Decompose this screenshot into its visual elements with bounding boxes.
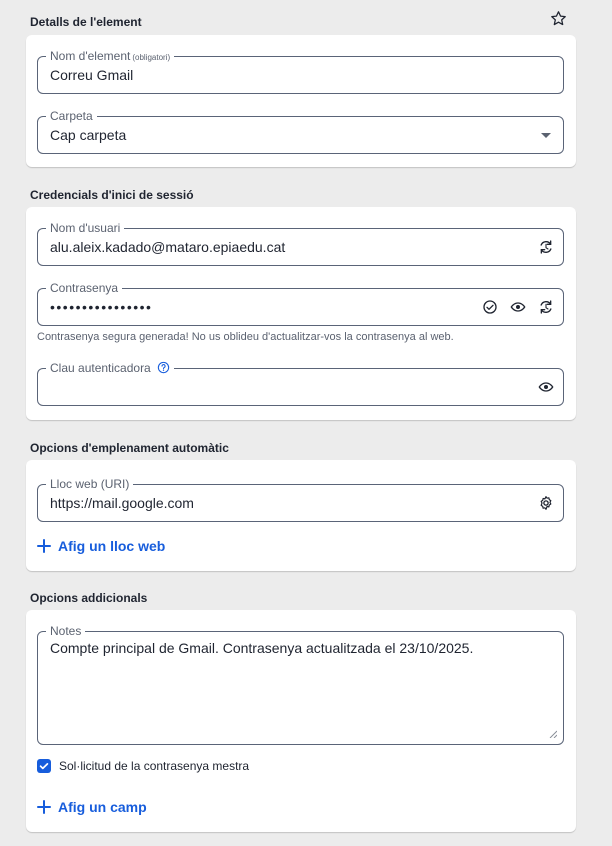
item-name-value: Correu Gmail (50, 67, 134, 83)
section-title-credentials: Credencials d'inici de sessió (30, 188, 194, 202)
notes-value: Compte principal de Gmail. Contrasenya a… (50, 640, 474, 656)
help-icon[interactable] (157, 361, 170, 378)
show-key-eye-icon[interactable] (537, 378, 555, 396)
add-website-label: Afig un lloc web (58, 538, 166, 554)
website-uri-value: https://mail.google.com (50, 495, 194, 511)
show-password-eye-icon[interactable] (509, 298, 527, 316)
section-title-item-details: Detalls de l'element (30, 15, 142, 29)
website-uri-field[interactable]: Lloc web (URI) https://mail.google.com (37, 476, 564, 522)
credentials-card: Nom d'usuari alu.aleix.kadado@mataro.epi… (26, 207, 576, 420)
section-title-additional: Opcions addicionals (30, 591, 148, 605)
username-label: Nom d'usuari (46, 220, 125, 236)
notes-label: Notes (46, 623, 86, 639)
authenticator-key-field[interactable]: Clau autenticadora (37, 360, 564, 406)
folder-label: Carpeta (46, 108, 97, 124)
add-website-button[interactable]: Afig un lloc web (36, 538, 165, 554)
plus-icon (37, 539, 51, 553)
checkbox-check-icon (39, 763, 49, 770)
plus-icon (37, 800, 51, 814)
website-uri-label: Lloc web (URI) (46, 476, 134, 492)
uri-settings-gear-icon[interactable] (537, 494, 555, 512)
add-field-button[interactable]: Afig un camp (36, 799, 147, 815)
master-password-checkbox[interactable] (37, 759, 51, 773)
dropdown-arrow-icon[interactable] (537, 126, 555, 144)
folder-value: Cap carpeta (50, 127, 127, 143)
check-password-icon[interactable] (481, 298, 499, 316)
authenticator-key-label-text: Clau autenticadora (50, 361, 151, 375)
item-details-card: Nom d'element (obligatori) Correu Gmail C… (26, 35, 576, 167)
authenticator-key-label: Clau autenticadora (46, 360, 175, 378)
notes-textarea[interactable]: Notes Compte principal de Gmail. Contras… (37, 623, 564, 745)
username-value: alu.aleix.kadado@mataro.epiaedu.cat (50, 239, 286, 255)
required-indicator: (obligatori) (132, 53, 171, 62)
master-password-label: Sol·licitud de la contrasenya mestra (59, 759, 250, 773)
password-hint: Contrasenya segura generada! No us oblid… (37, 331, 454, 343)
favorite-star-icon[interactable] (550, 10, 567, 27)
item-name-label: Nom d'element (obligatori) (46, 48, 175, 66)
resize-handle-icon[interactable] (549, 730, 557, 738)
master-password-reprompt-row[interactable]: Sol·licitud de la contrasenya mestra (37, 759, 249, 773)
username-field[interactable]: Nom d'usuari alu.aleix.kadado@mataro.epi… (37, 220, 564, 266)
add-field-label: Afig un camp (58, 799, 147, 815)
generate-password-icon[interactable] (537, 298, 555, 316)
item-name-field[interactable]: Nom d'element (obligatori) Correu Gmail (37, 48, 564, 94)
additional-options-card: Notes Compte principal de Gmail. Contras… (26, 610, 576, 832)
password-field[interactable]: Contrasenya •••••••••••••••• (37, 280, 564, 326)
item-name-label-text: Nom d'element (50, 49, 131, 63)
folder-select[interactable]: Carpeta Cap carpeta (37, 108, 564, 154)
generate-username-icon[interactable] (537, 238, 555, 256)
password-label: Contrasenya (46, 280, 123, 296)
section-title-autofill: Opcions d'emplenament automàtic (30, 441, 229, 455)
password-value: •••••••••••••••• (50, 299, 153, 315)
autofill-card: Lloc web (URI) https://mail.google.com A… (26, 460, 576, 571)
